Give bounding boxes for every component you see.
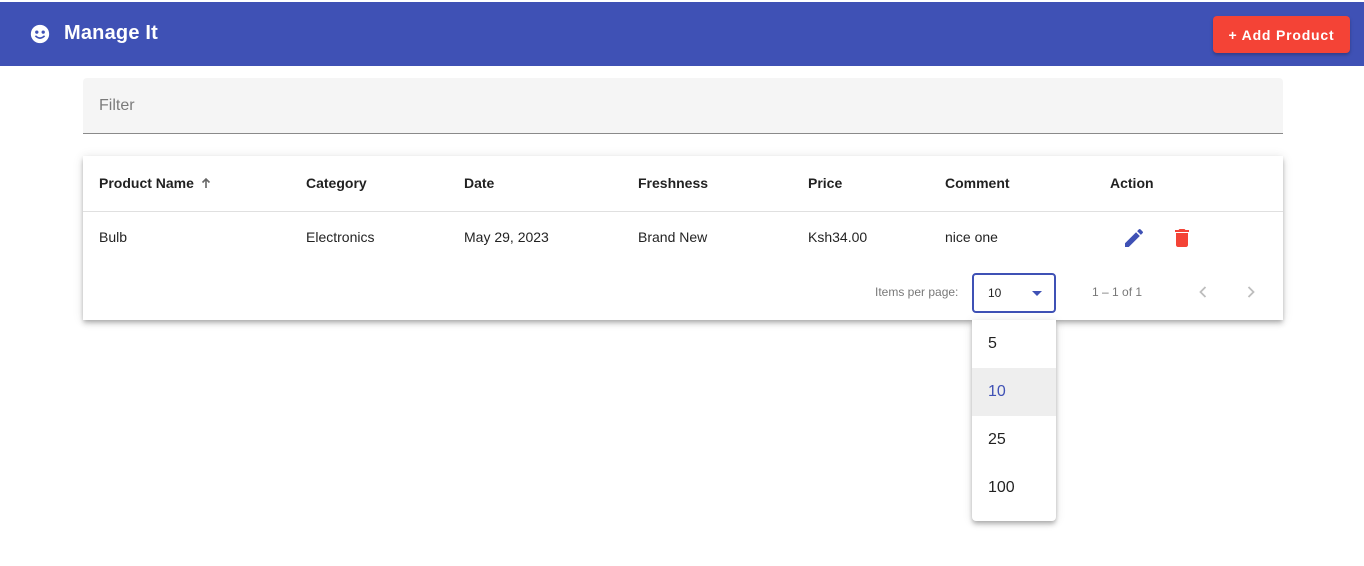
app-title: Manage It bbox=[64, 22, 159, 44]
products-table: Product Name Category Date Freshness Pri… bbox=[83, 156, 1283, 320]
table-row: Bulb Electronics May 29, 2023 Brand New … bbox=[83, 212, 1283, 264]
paginator: Items per page: 10 1 – 1 of 1 bbox=[83, 264, 1283, 320]
option-100[interactable]: 100 bbox=[972, 464, 1056, 512]
chevron-right-icon[interactable] bbox=[1239, 280, 1263, 304]
arrow-up-icon bbox=[201, 177, 210, 188]
header-comment[interactable]: Comment bbox=[945, 175, 1010, 191]
app-toolbar: Manage It + Add Product bbox=[0, 2, 1364, 66]
cell-price: Ksh34.00 bbox=[808, 229, 868, 245]
chevron-left-icon[interactable] bbox=[1191, 280, 1215, 304]
cell-date: May 29, 2023 bbox=[464, 229, 549, 245]
items-per-page-value: 10 bbox=[988, 286, 1002, 300]
face-icon bbox=[30, 24, 50, 44]
header-product-name[interactable]: Product Name bbox=[99, 175, 212, 191]
header-date[interactable]: Date bbox=[464, 175, 494, 191]
items-per-page-select[interactable]: 10 bbox=[972, 273, 1056, 313]
header-category[interactable]: Category bbox=[306, 175, 367, 191]
header-freshness[interactable]: Freshness bbox=[638, 175, 708, 191]
trash-icon[interactable] bbox=[1170, 226, 1194, 250]
option-5[interactable]: 5 bbox=[972, 320, 1056, 368]
filter-input[interactable] bbox=[99, 94, 1259, 118]
pencil-icon[interactable] bbox=[1122, 226, 1146, 250]
page-range-label: 1 – 1 of 1 bbox=[1092, 285, 1143, 299]
header-product-name-label: Product Name bbox=[99, 175, 194, 191]
header-action: Action bbox=[1110, 175, 1154, 191]
add-product-button[interactable]: + Add Product bbox=[1213, 16, 1350, 53]
table-header-row: Product Name Category Date Freshness Pri… bbox=[83, 156, 1283, 212]
option-10[interactable]: 10 bbox=[972, 368, 1056, 416]
filter-field[interactable] bbox=[83, 78, 1283, 134]
cell-product-name: Bulb bbox=[99, 229, 128, 245]
dropdown-arrow-icon bbox=[1032, 291, 1042, 296]
header-price[interactable]: Price bbox=[808, 175, 842, 191]
cell-comment: nice one bbox=[945, 229, 998, 245]
items-per-page-options: 5 10 25 100 bbox=[972, 320, 1056, 521]
cell-category: Electronics bbox=[306, 229, 375, 245]
option-25[interactable]: 25 bbox=[972, 416, 1056, 464]
items-per-page-label: Items per page: bbox=[875, 285, 959, 299]
cell-freshness: Brand New bbox=[638, 229, 708, 245]
